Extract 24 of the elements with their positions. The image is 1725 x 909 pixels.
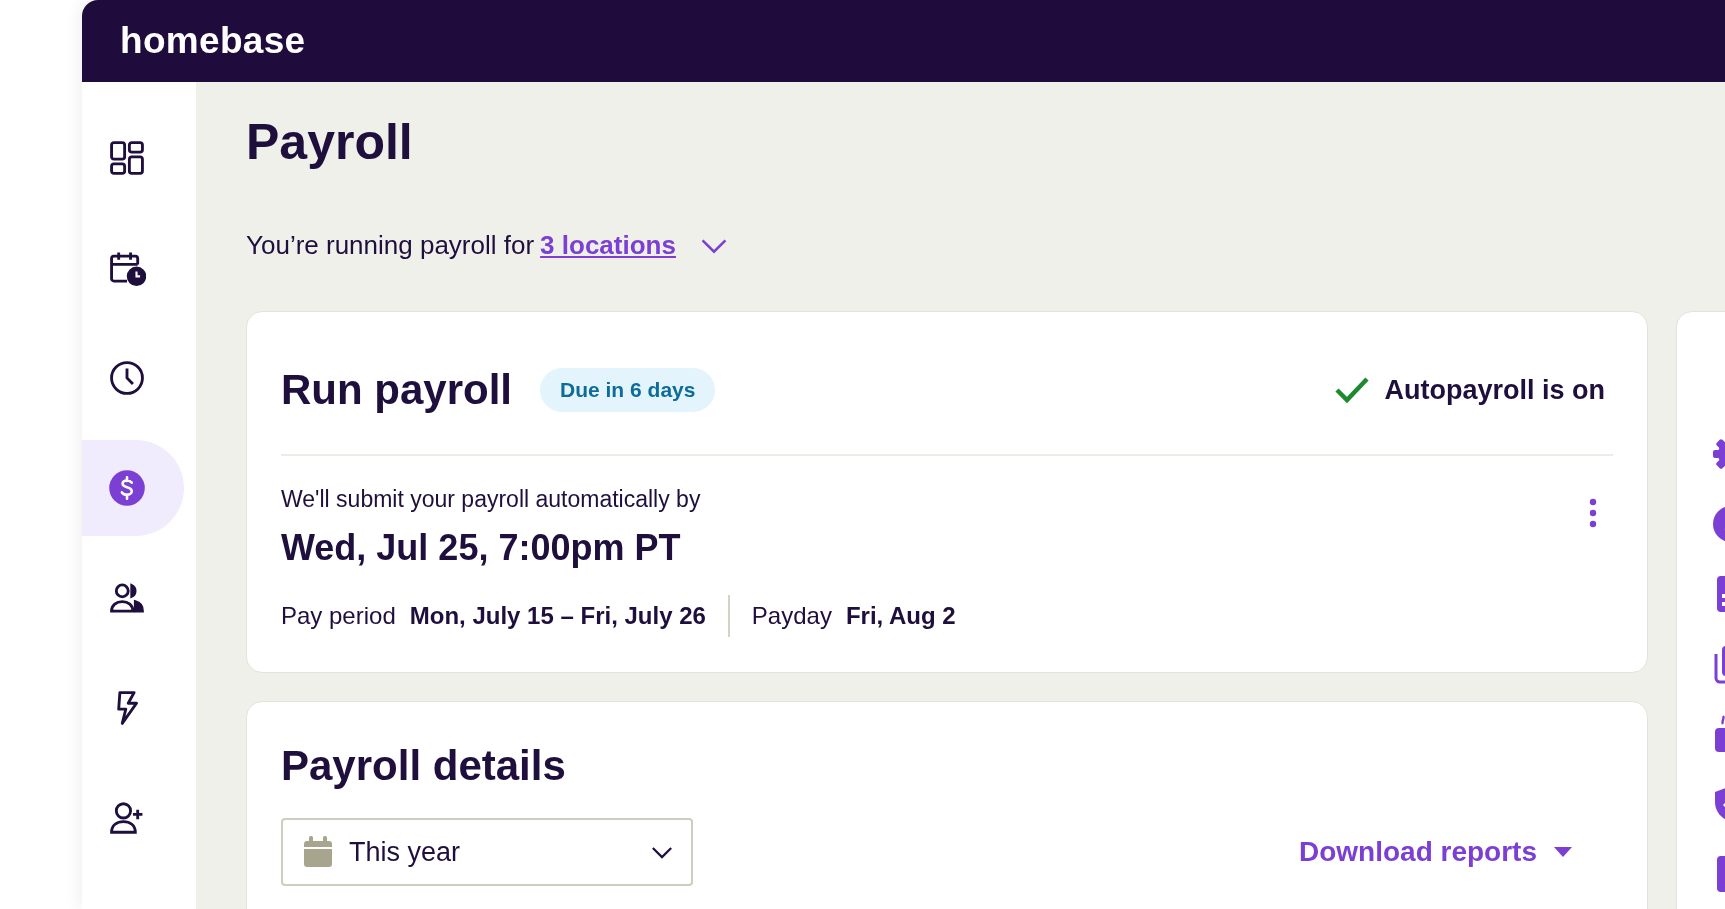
page-title: Payroll bbox=[246, 113, 414, 172]
subtitle: You’re running payroll for bbox=[246, 230, 535, 261]
card-title: Payroll details bbox=[281, 742, 567, 790]
pay-period-value: Mon, July 15 – Fri, July 26 bbox=[409, 602, 706, 630]
download-reports-link[interactable]: Download reports bbox=[1299, 836, 1537, 868]
chevron-down-icon bbox=[651, 845, 673, 859]
caret-down-icon[interactable] bbox=[1553, 846, 1573, 858]
autopayroll-status: Autopayroll is on bbox=[1384, 374, 1605, 406]
calendar-icon bbox=[303, 836, 333, 868]
logo[interactable]: homebase bbox=[120, 20, 306, 62]
dashboard-icon bbox=[108, 139, 146, 177]
card-title: Run payroll bbox=[281, 366, 513, 414]
period-dropdown[interactable]: This year bbox=[281, 818, 693, 886]
due-badge: Due in 6 days bbox=[540, 368, 716, 412]
more-icon[interactable] bbox=[1589, 498, 1597, 528]
payday-value: Fri, Aug 2 bbox=[845, 602, 956, 630]
chevron-down-icon[interactable] bbox=[699, 237, 728, 254]
locations-link[interactable]: 3 locations bbox=[540, 230, 676, 261]
sidebar-item[interactable] bbox=[82, 440, 184, 536]
pay-period-label: Pay period bbox=[281, 602, 396, 630]
payday-label: Payday bbox=[751, 602, 832, 630]
deadline: Wed, Jul 25, 7:00pm PT bbox=[281, 527, 682, 569]
clock-icon bbox=[108, 359, 146, 397]
submit-note: We'll submit your payroll automatically by bbox=[281, 486, 702, 513]
